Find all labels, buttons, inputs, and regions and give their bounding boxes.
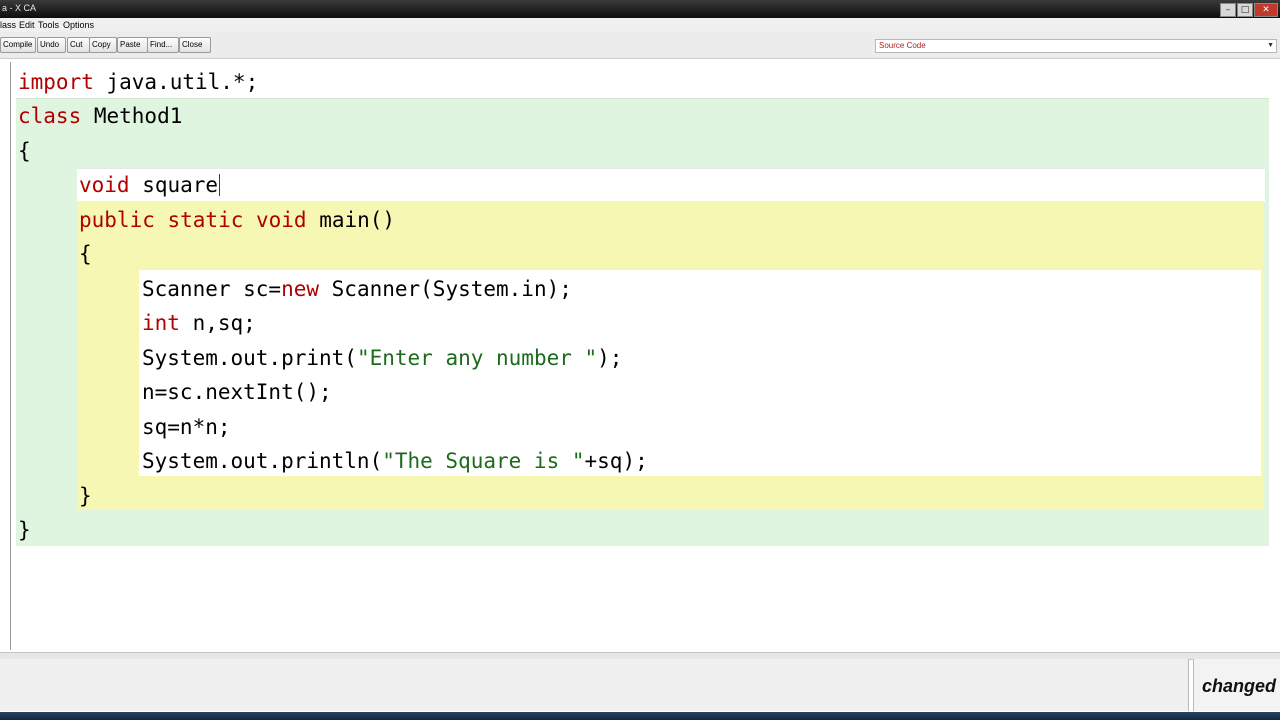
code-line-declare[interactable]: int n,sq;: [142, 311, 256, 335]
code-line-class-open[interactable]: {: [18, 139, 31, 163]
method-square-scope: [77, 168, 1265, 202]
code-text: n=sc.nextInt();: [142, 380, 332, 404]
title-bar: a - X CA – □ ✕: [0, 0, 1280, 18]
string-literal: "The Square is ": [382, 449, 585, 473]
menu-bar: lass Edit Tools Options: [0, 18, 1280, 32]
code-line-main[interactable]: public static void main(): [79, 208, 395, 232]
status-text: changed: [1202, 676, 1277, 696]
menu-edit[interactable]: Edit: [19, 20, 35, 30]
paste-button[interactable]: Paste: [117, 37, 148, 53]
status-pane: changed: [1193, 659, 1280, 711]
close-icon[interactable]: ✕: [1254, 3, 1278, 17]
undo-button[interactable]: Undo: [37, 37, 66, 53]
code-text: System.out.print(: [142, 346, 357, 370]
code-text: Scanner sc=: [142, 277, 282, 301]
code-text: n,sq;: [179, 311, 256, 335]
code-line-class-close[interactable]: }: [18, 518, 31, 542]
minimize-icon[interactable]: –: [1220, 3, 1236, 17]
code-line-class[interactable]: class Method1: [18, 104, 182, 128]
code-line-import[interactable]: import java.util.*;: [18, 70, 258, 94]
copy-button[interactable]: Copy: [89, 37, 117, 53]
code-text: +sq);: [584, 449, 648, 473]
message-pane: [0, 659, 1189, 711]
cut-button[interactable]: Cut: [67, 37, 90, 53]
keyword-new: new: [281, 277, 320, 301]
taskbar: [0, 712, 1280, 720]
keyword-import: import: [18, 70, 94, 94]
keyword-modifiers: public static void: [79, 208, 307, 232]
code-line-println[interactable]: System.out.println("The Square is "+sq);: [142, 449, 648, 473]
menu-class[interactable]: lass: [0, 20, 16, 30]
code-text: System.out.println(: [142, 449, 383, 473]
code-line-compute[interactable]: sq=n*n;: [142, 415, 231, 439]
close-button[interactable]: Close: [179, 37, 211, 53]
code-text: );: [597, 346, 623, 370]
keyword-class: class: [18, 104, 82, 128]
code-line-main-close[interactable]: }: [79, 484, 92, 508]
code-line-main-open[interactable]: {: [79, 242, 92, 266]
window-title: a - X CA: [2, 3, 37, 13]
brace: }: [79, 484, 92, 508]
maximize-icon[interactable]: □: [1237, 3, 1253, 17]
code-text: Scanner(System.in);: [319, 277, 572, 301]
code-line-read[interactable]: n=sc.nextInt();: [142, 380, 332, 404]
method-name: main(): [306, 208, 396, 232]
class-name: Method1: [81, 104, 183, 128]
window-controls: – □ ✕: [1220, 3, 1278, 17]
code-line-scanner[interactable]: Scanner sc=new Scanner(System.in);: [142, 277, 572, 301]
view-select[interactable]: Source Code ▼: [875, 39, 1277, 53]
brace: {: [18, 139, 31, 163]
menu-options[interactable]: Options: [63, 20, 94, 30]
view-select-value: Source Code: [879, 41, 926, 50]
import-path: java.util.*;: [93, 70, 259, 94]
string-literal: "Enter any number ": [356, 346, 598, 370]
chevron-down-icon: ▼: [1267, 42, 1274, 49]
code-text: sq=n*n;: [142, 415, 231, 439]
menu-tools[interactable]: Tools: [38, 20, 59, 30]
keyword-void: void: [79, 173, 130, 197]
brace: {: [79, 242, 92, 266]
brace: }: [18, 518, 31, 542]
code-line-print[interactable]: System.out.print("Enter any number ");: [142, 346, 622, 370]
text-cursor: [219, 174, 221, 196]
find-button[interactable]: Find...: [147, 37, 179, 53]
code-line-square[interactable]: void square: [79, 173, 221, 197]
method-name: square: [129, 173, 219, 197]
compile-button[interactable]: Compile: [0, 37, 36, 53]
keyword-int: int: [142, 311, 180, 335]
